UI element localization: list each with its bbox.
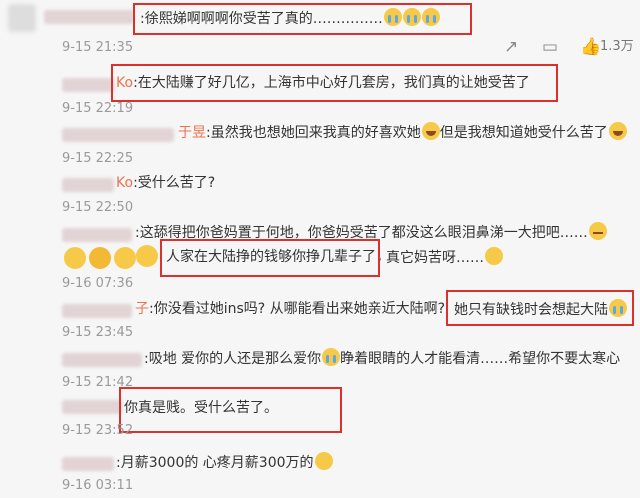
comment-5-time: 9-16 07:36	[62, 276, 134, 291]
laughing-emoji-icon	[421, 122, 440, 140]
comment-3-text: 于昱:虽然我也想她回来我真的好喜欢她 但是我想知道她受什么苦了	[178, 122, 627, 143]
comment-6-time: 9-15 23:45	[62, 325, 134, 340]
blurred-username	[62, 78, 114, 92]
speechless-emoji-icon	[588, 222, 607, 240]
comment-9-time: 9-16 03:11	[62, 478, 134, 493]
blurred-username	[62, 400, 122, 414]
comment-5-tail: 真它妈苦呀……	[386, 247, 503, 268]
comment-icon[interactable]: ▭	[542, 37, 558, 57]
comment-7-text: :吸地 爱你的人还是那么爱你 睁着眼睛的人才能看清……希望你不要太寒心	[144, 348, 620, 369]
comment-8-time: 9-15 23:52	[62, 423, 134, 438]
username[interactable]: 于昱	[178, 125, 206, 141]
comment-3-time: 9-15 22:25	[62, 151, 134, 166]
highlight-box	[160, 239, 380, 277]
blurred-username	[62, 304, 132, 318]
laughing-emoji-icon	[608, 122, 627, 140]
blurred-username	[62, 228, 132, 242]
dizzy-emoji-icon	[314, 452, 333, 470]
shush-emoji-icon	[485, 247, 503, 265]
comment-4-time: 9-15 22:50	[62, 200, 134, 215]
like-count: 1.3万	[600, 39, 634, 54]
comment-6-text: 子:你没看过她ins吗? 从哪能看出来她亲近大陆啊?	[135, 301, 446, 317]
emoji-icon	[114, 247, 136, 269]
comment-9-text: :月薪3000的 心疼月薪300万的	[116, 452, 333, 473]
share-icon[interactable]: ↗	[504, 37, 518, 57]
comment-4-text: Ko:受什么苦了?	[116, 175, 216, 191]
emoji-icon	[64, 247, 86, 269]
blurred-username	[44, 10, 134, 24]
blurred-username	[62, 178, 114, 192]
emoji-icon	[136, 245, 158, 267]
blurred-username	[62, 128, 174, 142]
crying-emoji-icon	[322, 348, 341, 366]
comment-1-time: 9-15 21:35	[62, 40, 134, 55]
highlight-box	[119, 387, 342, 433]
highlight-box	[111, 64, 558, 102]
avatar[interactable]	[8, 4, 36, 32]
comment-2-time: 9-15 22:19	[62, 101, 134, 116]
like-icon[interactable]: 👍	[580, 37, 601, 57]
highlight-box	[446, 290, 634, 326]
blurred-username	[62, 457, 114, 471]
username[interactable]: Ko	[116, 175, 133, 191]
username[interactable]: 子	[135, 301, 149, 317]
emoji-icon	[89, 247, 111, 269]
highlight-box	[133, 3, 472, 35]
blurred-username	[62, 353, 142, 367]
